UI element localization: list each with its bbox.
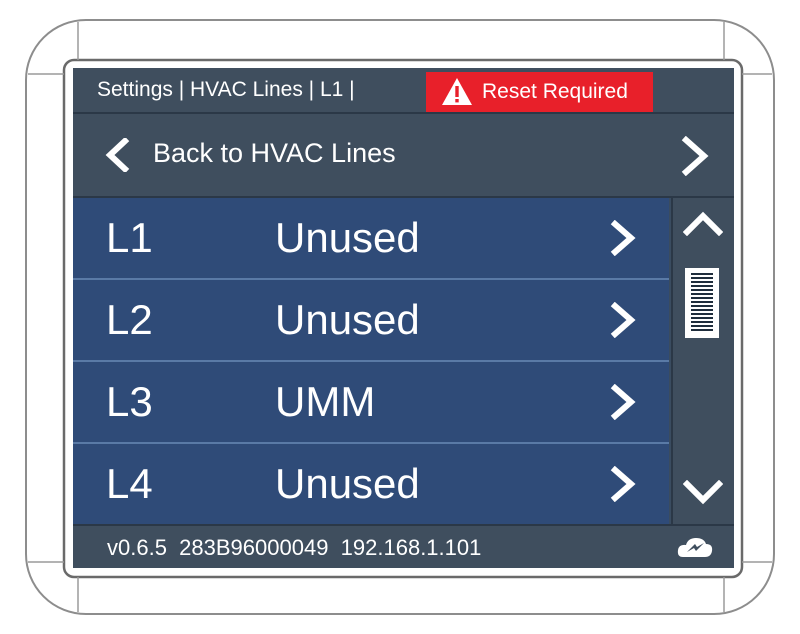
line-value: UMM	[275, 378, 376, 425]
cloud-logo-icon	[677, 538, 713, 557]
line-id: L2	[106, 296, 153, 343]
chevron-left-icon[interactable]	[103, 138, 131, 172]
line-id: L3	[106, 378, 153, 425]
chevron-right-icon[interactable]	[610, 302, 636, 338]
ip-address-text: 192.168.1.101	[340, 535, 482, 560]
version-text: v0.6.5	[107, 535, 167, 560]
status-footer: v0.6.5 283B96000049 192.168.1.101	[73, 524, 734, 568]
back-button-label[interactable]: Back to HVAC Lines	[153, 138, 396, 169]
device-screen: Settings | HVAC Lines | L1 | Reset Requi…	[73, 68, 734, 568]
list-item-l1[interactable]: L1 Unused	[73, 198, 669, 280]
list-item-l4[interactable]: L4 Unused	[73, 444, 669, 526]
reset-required-alert[interactable]: Reset Required	[426, 72, 653, 112]
line-id: L4	[106, 460, 153, 507]
list-item-l3[interactable]: L3 UMM	[73, 362, 669, 444]
warning-triangle-icon	[442, 78, 472, 105]
device-info: v0.6.5 283B96000049 192.168.1.101	[107, 535, 481, 561]
scroll-thumb-grip	[691, 273, 713, 333]
status-header: Settings | HVAC Lines | L1 | Reset Requi…	[73, 68, 734, 114]
list-item-l2[interactable]: L2 Unused	[73, 280, 669, 362]
reset-required-label: Reset Required	[482, 80, 628, 103]
serial-text: 283B96000049	[179, 535, 329, 560]
line-id: L1	[106, 214, 153, 261]
scroll-thumb[interactable]	[685, 268, 719, 338]
line-value: Unused	[275, 296, 420, 343]
chevron-up-icon[interactable]	[683, 210, 723, 236]
hvac-lines-list: L1 Unused L2 Unused L3 UMM L4 Unused	[73, 198, 669, 526]
line-value: Unused	[275, 460, 420, 507]
scrollbar[interactable]	[671, 198, 734, 524]
chevron-right-icon[interactable]	[680, 136, 710, 176]
chevron-right-icon[interactable]	[610, 466, 636, 502]
chevron-right-icon[interactable]	[610, 220, 636, 256]
back-nav-bar[interactable]: Back to HVAC Lines	[73, 114, 734, 198]
chevron-right-icon[interactable]	[610, 384, 636, 420]
chevron-down-icon[interactable]	[683, 480, 723, 506]
line-value: Unused	[275, 214, 420, 261]
breadcrumb: Settings | HVAC Lines | L1 |	[97, 78, 355, 101]
